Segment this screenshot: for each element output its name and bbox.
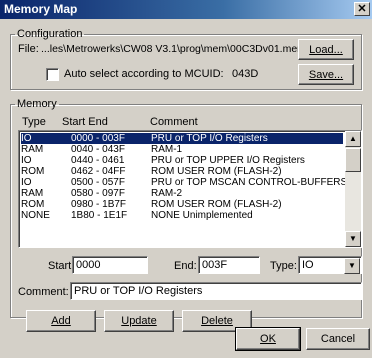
- load-button[interactable]: Load...: [298, 39, 354, 60]
- list-item[interactable]: NONE 1B80 - 1E1F NONE Unimplemented: [21, 210, 343, 221]
- scroll-thumb[interactable]: [345, 148, 361, 172]
- header-comment: Comment: [150, 116, 198, 128]
- row-type: ROM: [21, 166, 45, 177]
- load-button-label: Load...: [309, 44, 343, 56]
- row-comment: RAM-2: [151, 188, 183, 199]
- ok-button[interactable]: OK: [235, 327, 301, 351]
- row-comment: NONE Unimplemented: [151, 210, 253, 221]
- auto-select-checkbox[interactable]: [46, 68, 59, 81]
- save-button-label: Save...: [308, 69, 344, 81]
- row-comment: ROM USER ROM (FLASH-2): [151, 166, 282, 177]
- start-label: Start:: [48, 260, 75, 272]
- comment-label: Comment:: [18, 286, 69, 298]
- auto-select-label: Auto select according to MCUID:: [64, 68, 224, 80]
- row-range: 0580 - 097F: [71, 188, 125, 199]
- list-item[interactable]: RAM 0040 - 043F RAM-1: [21, 144, 343, 155]
- header-type: Type: [22, 116, 46, 128]
- memory-legend: Memory: [17, 98, 57, 110]
- memory-rows: IO 0000 - 003F PRU or TOP I/O Registers RAM…: [21, 133, 347, 221]
- delete-button-label: Delete: [201, 315, 233, 327]
- end-input[interactable]: 003F: [198, 256, 260, 274]
- row-type: IO: [21, 133, 32, 144]
- window-title: Memory Map: [4, 2, 78, 16]
- header-start-end: Start End: [62, 116, 108, 128]
- type-select-value: IO: [302, 259, 314, 271]
- memory-list[interactable]: IO 0000 - 003F PRU or TOP I/O Registers RAM…: [18, 130, 362, 248]
- type-select[interactable]: IO ▼: [298, 256, 362, 274]
- add-button-label: Add: [51, 315, 71, 327]
- list-item[interactable]: IO 0440 - 0461 PRU or TOP UPPER I/O Regist…: [21, 155, 343, 166]
- update-button-label: Update: [121, 315, 157, 327]
- comment-input[interactable]: PRU or TOP I/O Registers: [70, 282, 362, 300]
- chevron-down-icon[interactable]: ▼: [344, 258, 360, 274]
- list-scrollbar[interactable]: ▲ ▼: [345, 131, 361, 247]
- list-item[interactable]: IO 0000 - 003F PRU or TOP I/O Registers: [21, 133, 343, 144]
- row-type: RAM: [21, 188, 44, 199]
- file-label: File:: [18, 43, 39, 55]
- row-type: IO: [21, 155, 32, 166]
- row-comment: PRU or TOP MSCAN CONTROL-BUFFERS: [151, 177, 348, 188]
- row-range: 0980 - 1B7F: [71, 199, 127, 210]
- type-label: Type:: [270, 260, 297, 272]
- file-path: ...les\Metrowerks\CW08 V3.1\prog\mem\00C…: [41, 43, 306, 55]
- row-range: 0462 - 04FF: [71, 166, 126, 177]
- title-bar: Memory Map ✕: [0, 0, 372, 19]
- update-button[interactable]: Update: [104, 310, 174, 332]
- save-button[interactable]: Save...: [298, 64, 354, 85]
- row-range: 1B80 - 1E1F: [71, 210, 128, 221]
- configuration-legend: Configuration: [17, 28, 83, 40]
- row-type: RAM: [21, 144, 44, 155]
- cancel-button[interactable]: Cancel: [306, 328, 370, 350]
- row-comment: RAM-1: [151, 144, 183, 155]
- row-type: ROM: [21, 199, 45, 210]
- add-button[interactable]: Add: [26, 310, 96, 332]
- start-input[interactable]: 0000: [72, 256, 148, 274]
- arrow-up-icon[interactable]: ▲: [345, 131, 361, 147]
- row-type: NONE: [21, 210, 50, 221]
- ok-button-label: OK: [260, 333, 276, 345]
- list-item[interactable]: ROM 0980 - 1B7F ROM USER ROM (FLASH-2): [21, 199, 343, 210]
- list-item[interactable]: IO 0500 - 057F PRU or TOP MSCAN CONTROL-BU…: [21, 177, 347, 188]
- row-range: 0000 - 003F: [71, 133, 125, 144]
- mcuid-value: 043D: [232, 68, 259, 80]
- list-item[interactable]: RAM 0580 - 097F RAM-2: [21, 188, 343, 199]
- end-label: End:: [174, 260, 197, 272]
- arrow-down-icon[interactable]: ▼: [345, 231, 361, 247]
- row-type: IO: [21, 177, 32, 188]
- row-range: 0440 - 0461: [71, 155, 125, 166]
- row-comment: PRU or TOP UPPER I/O Registers: [151, 155, 305, 166]
- row-comment: PRU or TOP I/O Registers: [151, 133, 268, 144]
- list-item[interactable]: ROM 0462 - 04FF ROM USER ROM (FLASH-2): [21, 166, 343, 177]
- cancel-button-label: Cancel: [320, 333, 356, 345]
- row-range: 0040 - 043F: [71, 144, 125, 155]
- row-range: 0500 - 057F: [71, 177, 125, 188]
- close-icon[interactable]: ✕: [354, 2, 370, 16]
- row-comment: ROM USER ROM (FLASH-2): [151, 199, 282, 210]
